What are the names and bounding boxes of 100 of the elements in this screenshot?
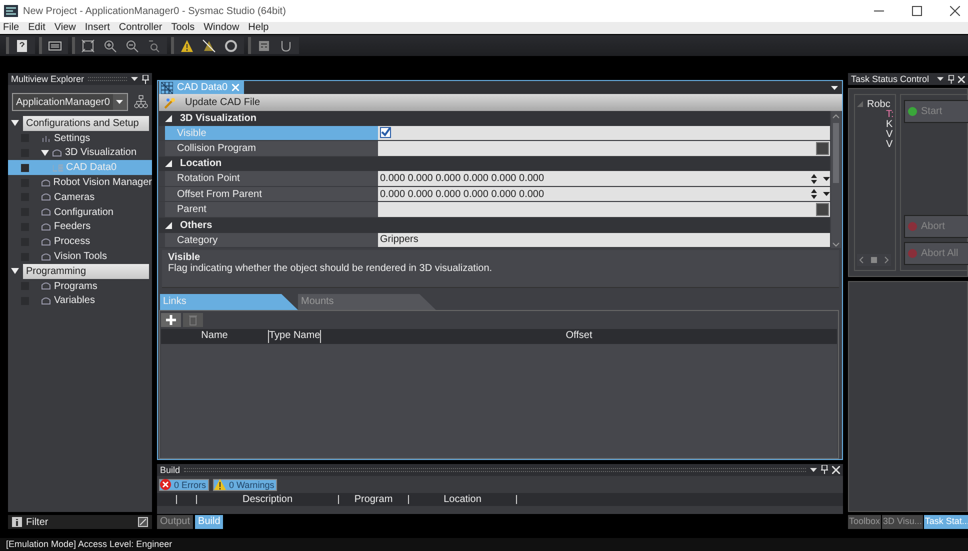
property-value: 0.000 0.000 0.000 0.000 0.000 0.000 bbox=[380, 173, 546, 184]
mesh-icon bbox=[53, 162, 63, 173]
dropdown-icon[interactable] bbox=[810, 468, 817, 472]
add-icon[interactable] bbox=[161, 313, 181, 327]
folder-icon bbox=[41, 252, 51, 262]
tree-item[interactable]: Settings bbox=[54, 132, 90, 144]
description-title: Visible bbox=[168, 252, 202, 263]
section-header: Location bbox=[180, 158, 222, 170]
device-selector[interactable]: ApplicationManager0 bbox=[12, 93, 128, 111]
property-value[interactable] bbox=[378, 126, 830, 140]
tree-item[interactable]: Feeders bbox=[54, 221, 91, 232]
menu-item[interactable]: Tools bbox=[171, 22, 195, 34]
info-icon bbox=[12, 517, 22, 527]
warning-icon bbox=[214, 479, 226, 490]
zoom-out-icon[interactable] bbox=[125, 38, 139, 52]
tree-item[interactable]: K bbox=[886, 118, 893, 130]
menu-item[interactable]: Help bbox=[248, 22, 269, 34]
mesh-icon bbox=[161, 82, 173, 94]
help-icon[interactable] bbox=[15, 38, 29, 52]
column-header[interactable]: Program bbox=[339, 494, 409, 504]
folder-icon bbox=[41, 281, 51, 292]
tree-item[interactable]: Vision Tools bbox=[54, 251, 107, 262]
column-header[interactable]: Name bbox=[161, 330, 269, 343]
panel-title: Multiview Explorer bbox=[11, 74, 84, 84]
error-icon bbox=[160, 479, 171, 490]
column-header[interactable]: Description bbox=[197, 494, 339, 504]
tree-checkbox[interactable] bbox=[21, 164, 29, 172]
scrollbar-drawing[interactable] bbox=[831, 111, 841, 248]
maximize-icon[interactable] bbox=[912, 6, 922, 16]
tree-item[interactable]: 3D Visualization bbox=[65, 147, 137, 158]
zoom-in-icon[interactable] bbox=[103, 38, 117, 52]
status-bar: [Emulation Mode] Access Level: Engineer bbox=[0, 538, 968, 551]
tree-item[interactable]: Programs bbox=[54, 280, 98, 292]
folder-icon bbox=[41, 192, 51, 202]
menu-item[interactable]: Insert bbox=[84, 22, 110, 34]
column-header[interactable]: Type Name bbox=[269, 330, 321, 343]
tree-item[interactable]: Configuration bbox=[54, 206, 114, 218]
property-value: 0.000 0.000 0.000 0.000 0.000 0.000 bbox=[380, 188, 546, 200]
dropdown-icon[interactable] bbox=[831, 86, 838, 90]
dropdown-icon[interactable] bbox=[823, 176, 830, 181]
settings-icon bbox=[41, 133, 51, 144]
tree-item[interactable]: Variables bbox=[54, 295, 95, 306]
menu-item[interactable]: View bbox=[54, 22, 76, 34]
warning-off-icon[interactable] bbox=[202, 38, 216, 52]
property-name[interactable]: Rotation Point bbox=[165, 171, 378, 186]
expanded-icon[interactable] bbox=[11, 267, 19, 276]
menu-item[interactable]: Edit bbox=[28, 22, 46, 34]
dropdown-icon[interactable] bbox=[937, 77, 944, 81]
panel-icon[interactable] bbox=[48, 38, 62, 52]
expanded-icon[interactable] bbox=[165, 160, 172, 168]
section-header: Others bbox=[180, 220, 212, 231]
warnings-filter[interactable]: 0 Warnings bbox=[213, 478, 278, 491]
dropdown-icon[interactable] bbox=[823, 192, 830, 196]
pin-icon[interactable] bbox=[142, 74, 149, 84]
filter-toggle-icon[interactable] bbox=[138, 517, 148, 527]
fit-icon[interactable] bbox=[81, 38, 95, 52]
pin-icon[interactable] bbox=[948, 74, 954, 84]
expanded-icon[interactable] bbox=[165, 114, 172, 122]
property-name[interactable]: Category bbox=[165, 232, 378, 248]
filter-bar[interactable]: Filter bbox=[8, 515, 152, 529]
tree-item[interactable]: Cameras bbox=[54, 192, 95, 203]
pin-icon[interactable] bbox=[821, 465, 828, 474]
menu-item[interactable]: File bbox=[3, 22, 20, 34]
app-logo-icon bbox=[4, 5, 18, 17]
errors-filter[interactable]: 0 Errors bbox=[159, 478, 210, 491]
browse-button[interactable] bbox=[816, 142, 829, 155]
expanded-icon[interactable] bbox=[41, 148, 49, 157]
property-value: Grippers bbox=[380, 234, 420, 246]
calculator-icon[interactable] bbox=[257, 38, 271, 52]
column-header[interactable]: Location bbox=[409, 494, 517, 504]
update-button[interactable]: Update CAD File bbox=[159, 96, 266, 108]
horizontal-scrollbar-drawing[interactable] bbox=[857, 254, 891, 266]
dropdown-icon[interactable] bbox=[131, 77, 138, 81]
spinner-icon[interactable] bbox=[811, 174, 817, 184]
tree-item[interactable]: T: bbox=[886, 108, 894, 120]
menu-item[interactable]: Window bbox=[204, 22, 240, 34]
expanded-icon[interactable] bbox=[165, 222, 172, 229]
property-name[interactable]: Parent bbox=[165, 202, 378, 217]
folder-icon bbox=[41, 222, 51, 232]
tree-item[interactable]: V bbox=[886, 128, 893, 140]
tree-item[interactable]: Robot Vision Manager bbox=[53, 177, 152, 188]
wand-icon bbox=[164, 96, 176, 108]
warning-icon[interactable] bbox=[180, 38, 194, 52]
tree-item[interactable]: V bbox=[886, 138, 893, 150]
circle-icon[interactable] bbox=[224, 38, 238, 52]
tree-item[interactable]: Process bbox=[54, 236, 90, 248]
property-name[interactable]: Offset From Parent bbox=[165, 186, 378, 202]
column-header[interactable]: Offset bbox=[321, 330, 837, 343]
folder-icon bbox=[41, 296, 51, 306]
folder-icon bbox=[40, 178, 50, 188]
folder-icon bbox=[41, 236, 51, 247]
expanded-icon[interactable] bbox=[11, 119, 19, 128]
property-name[interactable]: Collision Program bbox=[165, 141, 378, 156]
tree-item[interactable]: Robc bbox=[867, 98, 890, 110]
zoom-reset-icon[interactable] bbox=[147, 38, 161, 52]
browse-button[interactable] bbox=[816, 203, 829, 216]
menu-item[interactable]: Controller bbox=[118, 22, 162, 34]
close-icon[interactable] bbox=[950, 6, 960, 16]
checked-checkbox-icon[interactable] bbox=[380, 127, 391, 138]
spinner-icon[interactable] bbox=[811, 189, 817, 200]
